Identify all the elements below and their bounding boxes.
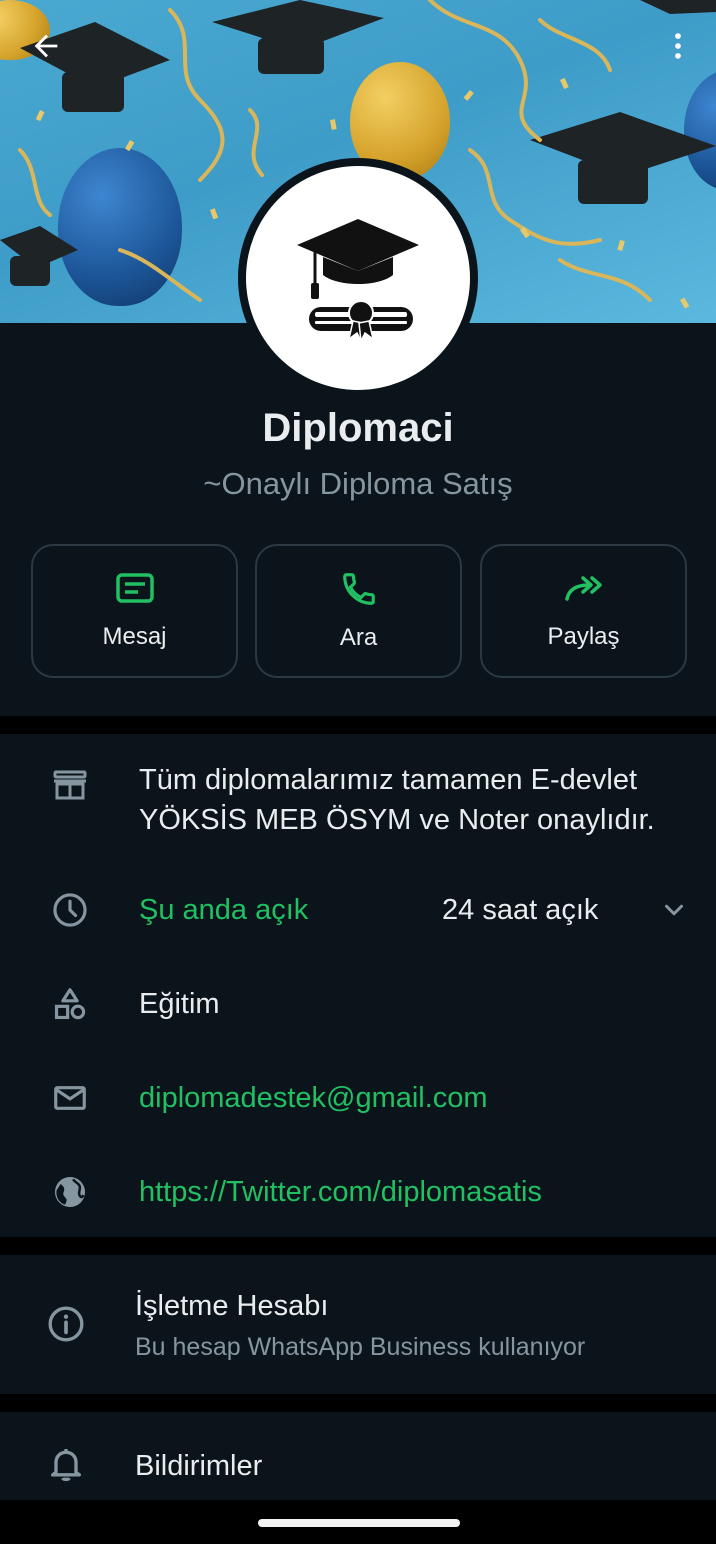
category-shapes-icon: [48, 982, 92, 1026]
more-vert-icon: [675, 33, 681, 59]
section-divider: [0, 716, 716, 734]
call-button-label: Ara: [339, 624, 378, 651]
more-options-button[interactable]: [654, 22, 702, 70]
business-profile-screen: Diplomaci ~Onaylı Diploma Satış Mesaj Ar…: [0, 0, 716, 1544]
section-divider: [0, 1394, 716, 1412]
graduation-diploma-icon: [297, 219, 419, 343]
business-subtitle: ~Onaylı Diploma Satış: [203, 466, 513, 501]
share-button-label: Paylaş: [547, 623, 620, 650]
share-button[interactable]: Paylaş: [480, 544, 687, 678]
hours-value: 24 saat açık: [442, 894, 599, 926]
phone-icon: [342, 573, 375, 605]
website-row[interactable]: https://Twitter.com/diplomasatis: [0, 1166, 716, 1218]
business-hours-row[interactable]: Şu anda açık 24 saat açık: [0, 884, 716, 936]
call-button[interactable]: Ara: [255, 544, 462, 678]
chevron-down-icon[interactable]: [652, 888, 696, 932]
back-arrow-icon: [34, 34, 58, 58]
message-button-label: Mesaj: [102, 623, 167, 650]
email-link[interactable]: diplomadestek@gmail.com: [139, 1078, 488, 1118]
profile-avatar[interactable]: [238, 158, 478, 398]
business-name: Diplomaci: [262, 406, 454, 450]
message-button[interactable]: Mesaj: [31, 544, 238, 678]
info-icon: [44, 1302, 88, 1346]
category-row: Eğitim: [0, 978, 716, 1030]
email-row[interactable]: diplomadestek@gmail.com: [0, 1072, 716, 1124]
section-divider: [0, 1237, 716, 1255]
business-account-title: İşletme Hesabı: [135, 1290, 329, 1322]
storefront-icon: [48, 764, 92, 808]
bell-icon: [44, 1442, 88, 1486]
home-indicator[interactable]: [258, 1519, 460, 1527]
business-description-row[interactable]: Tüm diplomalarımız tamamen E-devlet YÖKS…: [0, 752, 716, 852]
website-link[interactable]: https://Twitter.com/diplomasatis: [139, 1172, 542, 1212]
open-status: Şu anda açık: [139, 894, 309, 926]
business-description: Tüm diplomalarımız tamamen E-devlet YÖKS…: [139, 764, 655, 836]
business-account-subtitle: Bu hesap WhatsApp Business kullanıyor: [135, 1333, 586, 1361]
action-buttons: Mesaj Ara Paylaş: [31, 544, 687, 678]
notifications-row[interactable]: Bildirimler: [0, 1436, 716, 1492]
message-icon: [115, 573, 154, 603]
category-label: Eğitim: [139, 988, 220, 1020]
mail-icon: [48, 1076, 92, 1120]
business-account-row[interactable]: İşletme Hesabı Bu hesap WhatsApp Busines…: [0, 1280, 716, 1376]
clock-icon: [48, 888, 92, 932]
share-icon: [564, 576, 602, 601]
notifications-label: Bildirimler: [135, 1450, 263, 1482]
back-button[interactable]: [22, 22, 70, 70]
globe-icon: [48, 1170, 92, 1214]
